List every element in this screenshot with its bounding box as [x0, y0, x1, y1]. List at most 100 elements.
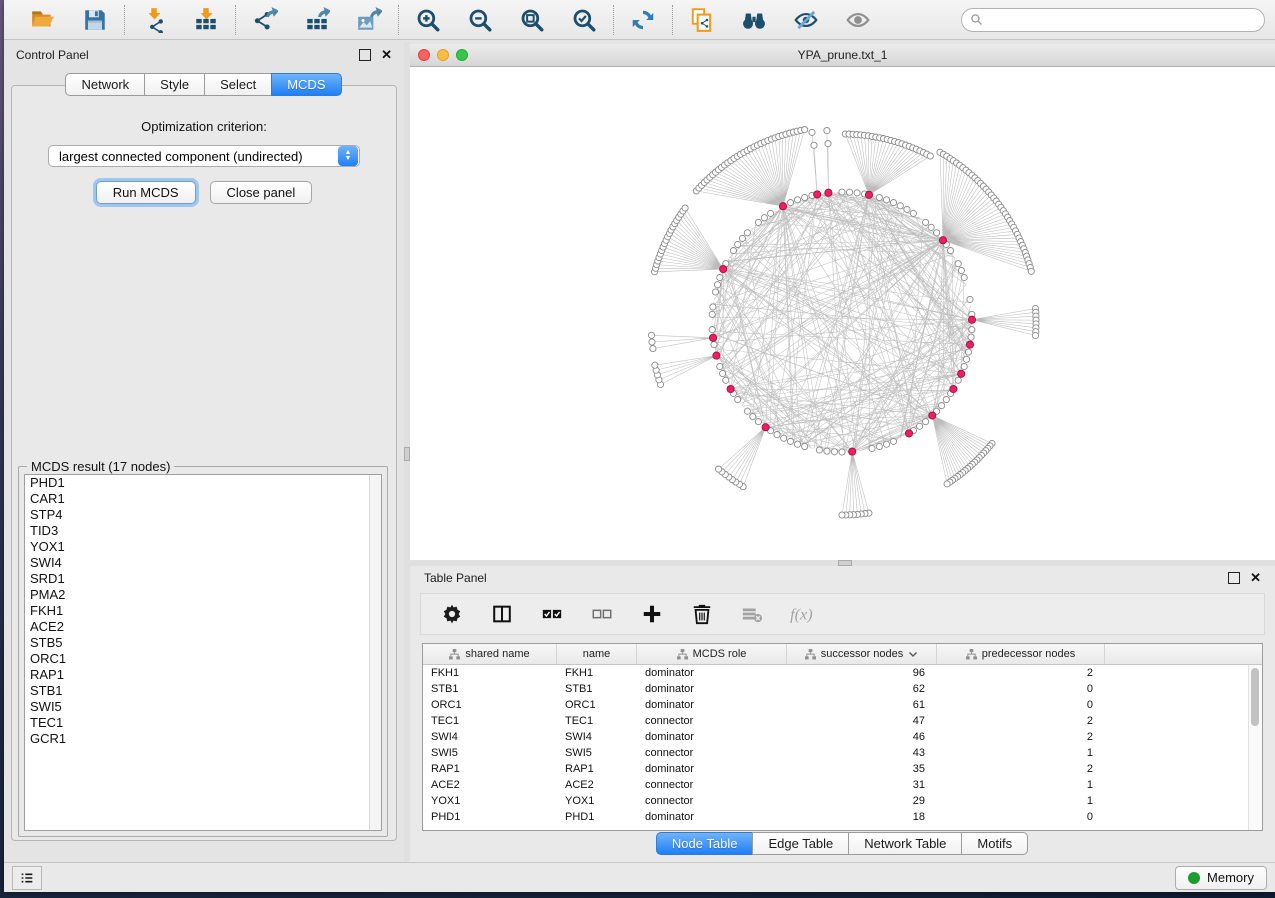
- network-node[interactable]: [883, 441, 889, 447]
- network-node[interactable]: [744, 408, 750, 414]
- column-header-MCDS-role[interactable]: MCDS role: [637, 644, 787, 664]
- network-node[interactable]: [955, 377, 961, 383]
- network-node[interactable]: [897, 203, 903, 209]
- mcds-network-node[interactable]: [950, 385, 957, 392]
- network-node[interactable]: [802, 443, 808, 449]
- mcds-network-node[interactable]: [929, 412, 936, 419]
- table-row[interactable]: SWI4SWI4dominator462: [423, 729, 1262, 745]
- network-node[interactable]: [652, 362, 658, 368]
- zoom-fit-button[interactable]: [517, 5, 547, 35]
- network-node[interactable]: [649, 339, 655, 345]
- network-node[interactable]: [794, 441, 800, 447]
- mcds-result-item[interactable]: SWI4: [25, 555, 381, 571]
- mcds-result-list[interactable]: PHD1CAR1STP4TID3YOX1SWI4SRD1PMA2FKH1ACE2…: [24, 474, 382, 831]
- mcds-result-item[interactable]: PHD1: [25, 475, 381, 491]
- mcds-result-item[interactable]: SRD1: [25, 571, 381, 587]
- save-session-button[interactable]: [80, 5, 110, 35]
- network-node[interactable]: [787, 438, 793, 444]
- table-tab-network-table[interactable]: Network Table: [848, 832, 962, 855]
- table-row[interactable]: YOX1YOX1connector291: [423, 793, 1262, 809]
- show-column-button[interactable]: [489, 601, 515, 627]
- mcds-network-node[interactable]: [762, 424, 769, 431]
- network-node[interactable]: [965, 349, 971, 355]
- network-node[interactable]: [890, 438, 896, 444]
- network-node[interactable]: [939, 403, 945, 409]
- mcds-network-node[interactable]: [709, 334, 716, 341]
- delete-column-button[interactable]: [689, 601, 715, 627]
- network-node[interactable]: [1028, 268, 1034, 274]
- table-row[interactable]: RAP1RAP1dominator352: [423, 761, 1262, 777]
- mcds-result-item[interactable]: GCR1: [25, 731, 381, 747]
- tab-style[interactable]: Style: [144, 73, 205, 96]
- network-node[interactable]: [969, 327, 975, 333]
- network-node[interactable]: [1032, 332, 1038, 338]
- column-header-shared-name[interactable]: shared name: [423, 644, 557, 664]
- column-header-successor-nodes[interactable]: successor nodes: [787, 644, 937, 664]
- table-row[interactable]: TEC1TEC1connector472: [423, 713, 1262, 729]
- network-node[interactable]: [955, 261, 961, 267]
- network-node[interactable]: [787, 200, 793, 206]
- network-node[interactable]: [744, 230, 750, 236]
- mcds-result-item[interactable]: SWI5: [25, 699, 381, 715]
- deselect-all-rows-button[interactable]: [589, 601, 615, 627]
- table-row[interactable]: PHD1PHD1dominator180: [423, 809, 1262, 825]
- table-tab-node-table[interactable]: Node Table: [656, 832, 754, 855]
- import-network-button[interactable]: [139, 5, 169, 35]
- search-box[interactable]: [961, 8, 1265, 32]
- zoom-out-button[interactable]: [465, 5, 495, 35]
- zoom-selected-button[interactable]: [569, 5, 599, 35]
- mcds-network-node[interactable]: [968, 316, 975, 323]
- mcds-network-node[interactable]: [939, 237, 946, 244]
- network-node[interactable]: [839, 449, 845, 455]
- network-node[interactable]: [730, 248, 736, 254]
- table-settings-button[interactable]: [439, 601, 465, 627]
- tab-mcds[interactable]: MCDS: [271, 73, 341, 96]
- show-all-button[interactable]: [843, 5, 873, 35]
- network-node[interactable]: [928, 224, 934, 230]
- mcds-result-item[interactable]: STB1: [25, 683, 381, 699]
- mcds-network-node[interactable]: [958, 370, 965, 377]
- network-node[interactable]: [876, 194, 882, 200]
- table-row[interactable]: ACE2ACE2connector311: [423, 777, 1262, 793]
- network-node[interactable]: [883, 197, 889, 203]
- first-neighbors-button[interactable]: [739, 5, 769, 35]
- memory-button[interactable]: Memory: [1175, 866, 1267, 890]
- network-node[interactable]: [709, 311, 715, 317]
- float-table-panel-icon[interactable]: [1228, 572, 1240, 584]
- network-node[interactable]: [869, 445, 875, 451]
- mcds-network-node[interactable]: [720, 266, 727, 273]
- column-header-predecessor-nodes[interactable]: predecessor nodes: [937, 644, 1105, 664]
- network-node[interactable]: [650, 346, 656, 352]
- network-node[interactable]: [943, 397, 949, 403]
- mcds-result-item[interactable]: YOX1: [25, 539, 381, 555]
- network-node[interactable]: [768, 210, 774, 216]
- network-node[interactable]: [876, 443, 882, 449]
- search-input[interactable]: [988, 12, 1256, 28]
- network-node[interactable]: [824, 128, 830, 134]
- table-row[interactable]: ORC1ORC1dominator610: [423, 697, 1262, 713]
- float-panel-icon[interactable]: [359, 49, 371, 61]
- network-node[interactable]: [802, 127, 808, 133]
- mcds-result-item[interactable]: ORC1: [25, 651, 381, 667]
- network-node[interactable]: [934, 230, 940, 236]
- network-node[interactable]: [824, 448, 830, 454]
- mcds-result-item[interactable]: PMA2: [25, 587, 381, 603]
- network-node[interactable]: [847, 189, 853, 195]
- mcds-result-item[interactable]: RAP1: [25, 667, 381, 683]
- network-node[interactable]: [825, 141, 831, 147]
- network-canvas[interactable]: [410, 67, 1275, 560]
- table-row[interactable]: SWI5SWI5connector431: [423, 745, 1262, 761]
- network-node[interactable]: [774, 432, 780, 438]
- network-node[interactable]: [648, 332, 654, 338]
- network-view-titlebar[interactable]: YPA_prune.txt_1: [410, 44, 1275, 67]
- tab-select[interactable]: Select: [204, 73, 272, 96]
- network-node[interactable]: [968, 334, 974, 340]
- network-node[interactable]: [961, 274, 967, 280]
- network-node[interactable]: [854, 190, 860, 196]
- mcds-network-node[interactable]: [865, 191, 872, 198]
- export-network-button[interactable]: [250, 5, 280, 35]
- network-node[interactable]: [710, 304, 716, 310]
- network-node[interactable]: [839, 512, 845, 518]
- network-node[interactable]: [716, 466, 722, 472]
- mcds-result-item[interactable]: FKH1: [25, 603, 381, 619]
